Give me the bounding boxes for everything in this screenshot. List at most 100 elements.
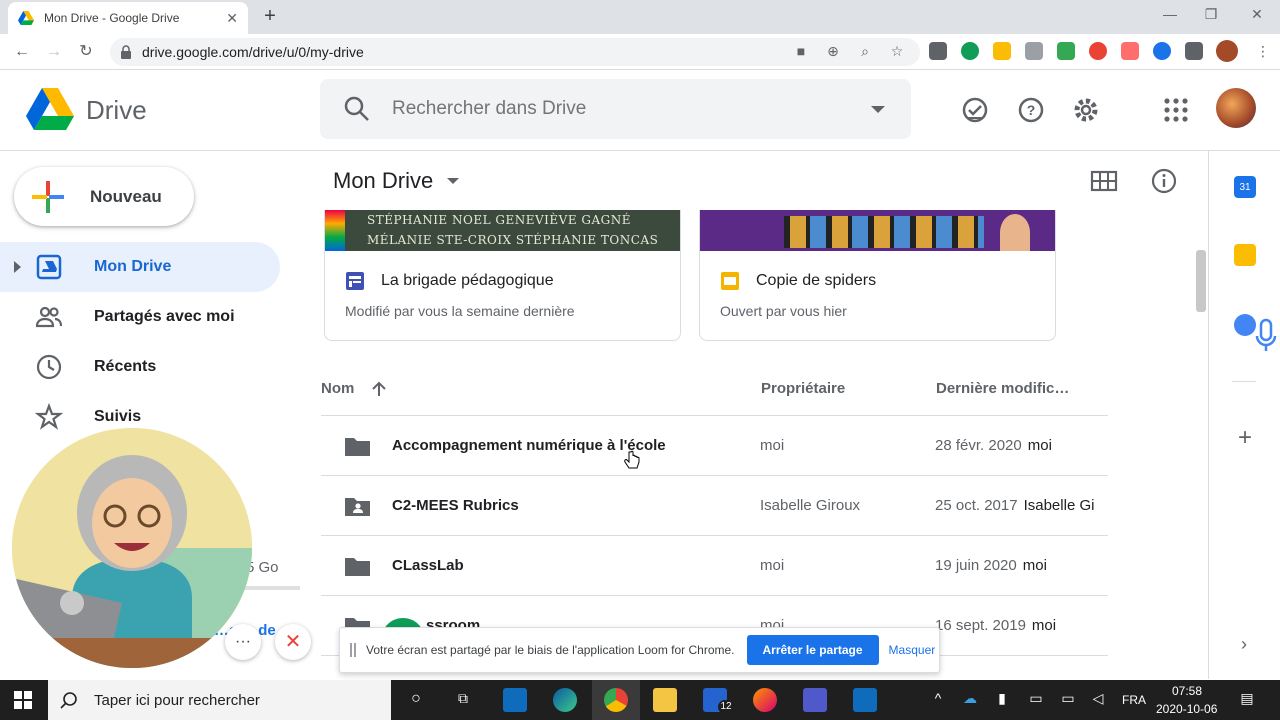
- table-row[interactable]: C2-MEES Rubrics Isabelle Giroux 25 oct. …: [321, 475, 1108, 535]
- taskbar-search-box[interactable]: Taper ici pour rechercher: [48, 680, 391, 720]
- bitmoji-avatar-image: [12, 428, 252, 668]
- loom-cancel-icon[interactable]: ✕: [275, 624, 311, 660]
- extensions-puzzle-icon[interactable]: [1185, 42, 1203, 60]
- nav-item-recent[interactable]: Récents: [0, 342, 280, 392]
- extension-shield-icon[interactable]: [929, 42, 947, 60]
- expand-caret-icon[interactable]: [14, 261, 21, 273]
- bookmark-star-icon[interactable]: ☆: [886, 40, 908, 62]
- extension-loom-icon[interactable]: [1121, 42, 1139, 60]
- search-input[interactable]: [392, 98, 852, 120]
- new-button[interactable]: Nouveau: [14, 167, 194, 226]
- extension-record-icon[interactable]: [1089, 42, 1107, 60]
- hide-button[interactable]: Masquer: [889, 643, 936, 657]
- drag-handle-icon[interactable]: [350, 643, 356, 657]
- notifications-icon[interactable]: ▤: [1238, 690, 1256, 707]
- help-icon[interactable]: ?: [1016, 95, 1046, 125]
- card-title: Copie de spiders: [756, 272, 877, 289]
- extension-grid-icon[interactable]: [1025, 42, 1043, 60]
- extension-thumbsup-icon[interactable]: [993, 42, 1011, 60]
- folder-icon: [345, 438, 370, 456]
- edge-app-icon[interactable]: [553, 688, 577, 712]
- apps-grid-icon[interactable]: [1161, 95, 1191, 125]
- restore-window-button[interactable]: ❐: [1196, 6, 1226, 23]
- screen-share-bar: Votre écran est partagé par le biais de …: [339, 627, 940, 673]
- task-view-icon[interactable]: ⧉: [454, 690, 472, 707]
- page-title[interactable]: Mon Drive: [333, 168, 460, 194]
- file-explorer-app-icon[interactable]: [653, 688, 677, 712]
- quick-access-card[interactable]: Copie de spiders Ouvert par vous hier: [699, 210, 1056, 341]
- volume-icon[interactable]: ◁: [1089, 690, 1107, 707]
- close-tab-icon[interactable]: ✕: [226, 10, 238, 27]
- new-button-label: Nouveau: [90, 186, 162, 206]
- search-icon[interactable]: [342, 94, 372, 124]
- extension-chat-icon[interactable]: [961, 42, 979, 60]
- table-row[interactable]: CLassLab moi 19 juin 2020 moi: [321, 535, 1108, 595]
- column-header-modified[interactable]: Dernière modific…: [936, 380, 1069, 397]
- loom-more-options-icon[interactable]: ···: [225, 624, 261, 660]
- offline-ready-icon[interactable]: [960, 95, 990, 125]
- close-window-button[interactable]: ✕: [1242, 6, 1272, 23]
- nav-item-shared-with-me[interactable]: Partagés avec moi: [0, 292, 280, 342]
- usb-device-icon[interactable]: ▮: [993, 690, 1011, 707]
- card-title: La brigade pédagogique: [381, 272, 554, 289]
- app-name[interactable]: Drive: [86, 95, 147, 126]
- language-indicator[interactable]: FRA: [1122, 693, 1146, 707]
- search-options-icon[interactable]: [871, 105, 885, 113]
- stop-sharing-button[interactable]: Arrêter le partage: [746, 635, 879, 665]
- settings-gear-icon[interactable]: [1071, 95, 1101, 125]
- nav-item-my-drive[interactable]: Mon Drive: [0, 242, 280, 292]
- svg-text:?: ?: [1027, 102, 1036, 118]
- side-panel-divider: [1232, 381, 1256, 382]
- column-header-owner[interactable]: Propriétaire: [761, 380, 845, 397]
- chevron-right-icon[interactable]: ›: [1236, 634, 1252, 655]
- browser-tab[interactable]: Mon Drive - Google Drive ✕: [8, 2, 248, 34]
- battery-icon[interactable]: ▭: [1027, 690, 1045, 707]
- file-name: CLassLab: [392, 557, 464, 574]
- column-header-name[interactable]: Nom: [321, 380, 354, 397]
- loom-camera-bubble[interactable]: [12, 428, 252, 668]
- keep-icon[interactable]: [1234, 244, 1256, 266]
- camera-icon[interactable]: ■: [790, 40, 812, 62]
- firefox-app-icon[interactable]: [753, 688, 777, 712]
- table-row[interactable]: Accompagnement numérique à l'école moi 2…: [321, 415, 1108, 475]
- info-icon[interactable]: [1150, 167, 1178, 195]
- extension-vpn-icon[interactable]: [1153, 42, 1171, 60]
- onedrive-icon[interactable]: ☁: [961, 690, 979, 707]
- google-drive-logo-icon[interactable]: [26, 88, 74, 130]
- outlook-app-icon[interactable]: [503, 688, 527, 712]
- sort-arrow-up-icon[interactable]: [370, 380, 388, 398]
- back-button[interactable]: ←: [10, 40, 34, 64]
- network-icon[interactable]: ▭: [1059, 690, 1077, 707]
- cortana-icon[interactable]: ○: [407, 690, 425, 708]
- quick-access-card[interactable]: STÉPHANIE NOEL GENEVIÈVE GAGNÉ MÉLANIE S…: [324, 210, 681, 341]
- browser-tab-bar: Mon Drive - Google Drive ✕ + — ❐ ✕: [0, 0, 1280, 34]
- drive-icon: [36, 254, 62, 280]
- windows-start-icon[interactable]: [14, 691, 32, 709]
- account-avatar[interactable]: [1216, 88, 1256, 128]
- profile-avatar-icon[interactable]: [1216, 40, 1238, 62]
- grid-view-icon[interactable]: [1090, 167, 1118, 195]
- forward-button[interactable]: →: [42, 40, 66, 64]
- minimize-window-button[interactable]: —: [1155, 6, 1185, 22]
- clock-time[interactable]: 07:58: [1172, 684, 1202, 698]
- chevron-down-icon[interactable]: [447, 178, 460, 184]
- file-modified: 25 oct. 2017 Isabelle Gi: [935, 497, 1095, 514]
- tasks-icon[interactable]: [1234, 314, 1256, 336]
- clock-date[interactable]: 2020-10-06: [1156, 702, 1217, 716]
- show-hidden-icons-icon[interactable]: ^: [929, 690, 947, 706]
- microphone-icon[interactable]: [1254, 318, 1278, 354]
- chrome-app-icon[interactable]: [604, 688, 628, 712]
- add-addon-icon[interactable]: +: [1234, 424, 1256, 452]
- calendar-icon[interactable]: 31: [1234, 176, 1256, 198]
- reload-button[interactable]: ↻: [74, 40, 98, 64]
- teams-app-icon[interactable]: [803, 688, 827, 712]
- outlook-app-icon-2[interactable]: [853, 688, 877, 712]
- new-tab-button[interactable]: +: [258, 5, 282, 28]
- add-circle-icon[interactable]: ⊕: [822, 40, 844, 62]
- zoom-icon[interactable]: ⌕: [854, 40, 876, 62]
- drive-search-box[interactable]: [320, 79, 911, 139]
- browser-menu-icon[interactable]: ⋮: [1256, 42, 1270, 60]
- extension-classroom-icon[interactable]: [1057, 42, 1075, 60]
- clock-icon: [36, 354, 62, 380]
- scrollbar-thumb[interactable]: [1196, 250, 1206, 312]
